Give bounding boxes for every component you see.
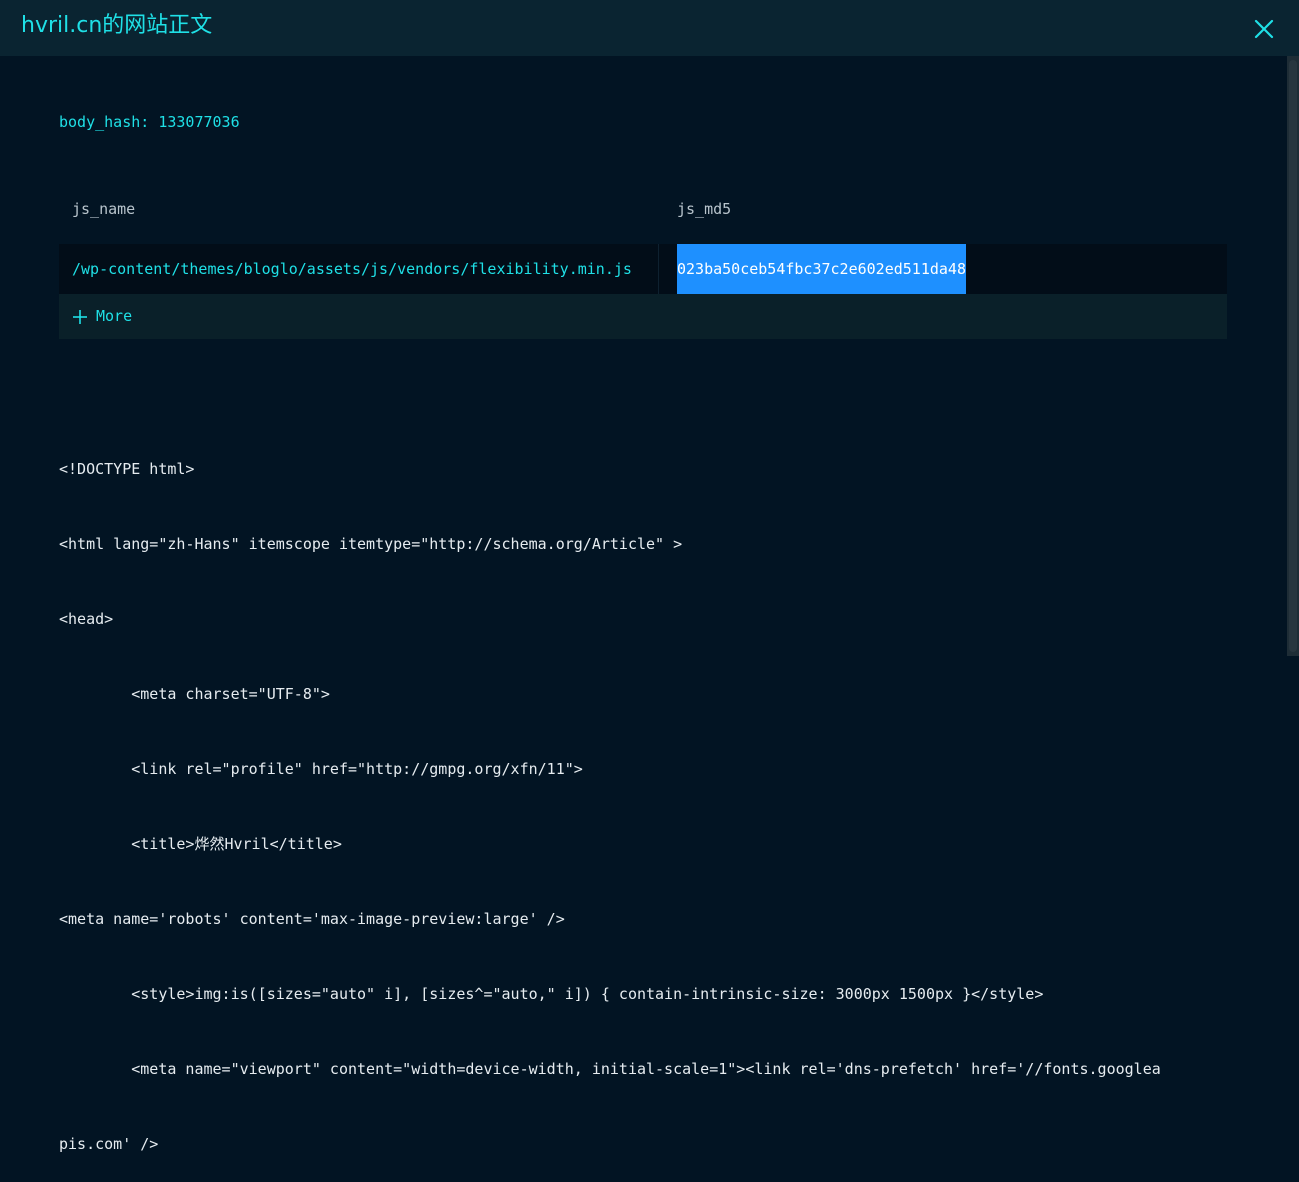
body-hash: body_hash: 133077036 bbox=[59, 113, 240, 131]
code-line: <meta charset="UTF-8"> bbox=[59, 685, 330, 703]
more-label: More bbox=[96, 307, 133, 325]
code-line: <title>烨然Hvril</title> bbox=[59, 835, 342, 853]
more-button[interactable]: More bbox=[59, 294, 1227, 339]
code-line: <style>img:is([sizes="auto" i], [sizes^=… bbox=[59, 985, 1044, 1003]
code-line: <meta name="viewport" content="width=dev… bbox=[59, 1060, 1161, 1078]
column-header-js-md5: js_md5 bbox=[677, 200, 732, 218]
js-name-cell[interactable]: /wp-content/themes/bloglo/assets/js/vend… bbox=[72, 244, 647, 294]
code-line: <html lang="zh-Hans" itemscope itemtype=… bbox=[59, 535, 683, 553]
vertical-scrollbar[interactable] bbox=[1287, 56, 1299, 656]
table-row: /wp-content/themes/bloglo/assets/js/vend… bbox=[59, 244, 1227, 294]
code-line: <!DOCTYPE html> bbox=[59, 460, 195, 478]
plus-icon bbox=[73, 309, 87, 324]
code-line: <head> bbox=[59, 610, 114, 628]
code-line: <link rel="profile" href="http://gmpg.or… bbox=[59, 760, 583, 778]
js-md5-cell[interactable]: 023ba50ceb54fbc37c2e602ed511da48 bbox=[677, 244, 966, 294]
close-icon[interactable] bbox=[1252, 17, 1276, 41]
modal-title: hvril.cn的网站正文 bbox=[21, 13, 213, 38]
page-source-code: <!DOCTYPE html> <html lang="zh-Hans" ite… bbox=[59, 407, 1227, 1182]
scrollbar-thumb[interactable] bbox=[1289, 60, 1297, 652]
code-line: <meta name='robots' content='max-image-p… bbox=[59, 910, 565, 928]
column-header-js-name: js_name bbox=[72, 200, 136, 218]
modal-header: hvril.cn的网站正文 bbox=[0, 0, 1299, 56]
code-line: pis.com' /> bbox=[59, 1135, 159, 1153]
cell-divider bbox=[658, 244, 659, 294]
